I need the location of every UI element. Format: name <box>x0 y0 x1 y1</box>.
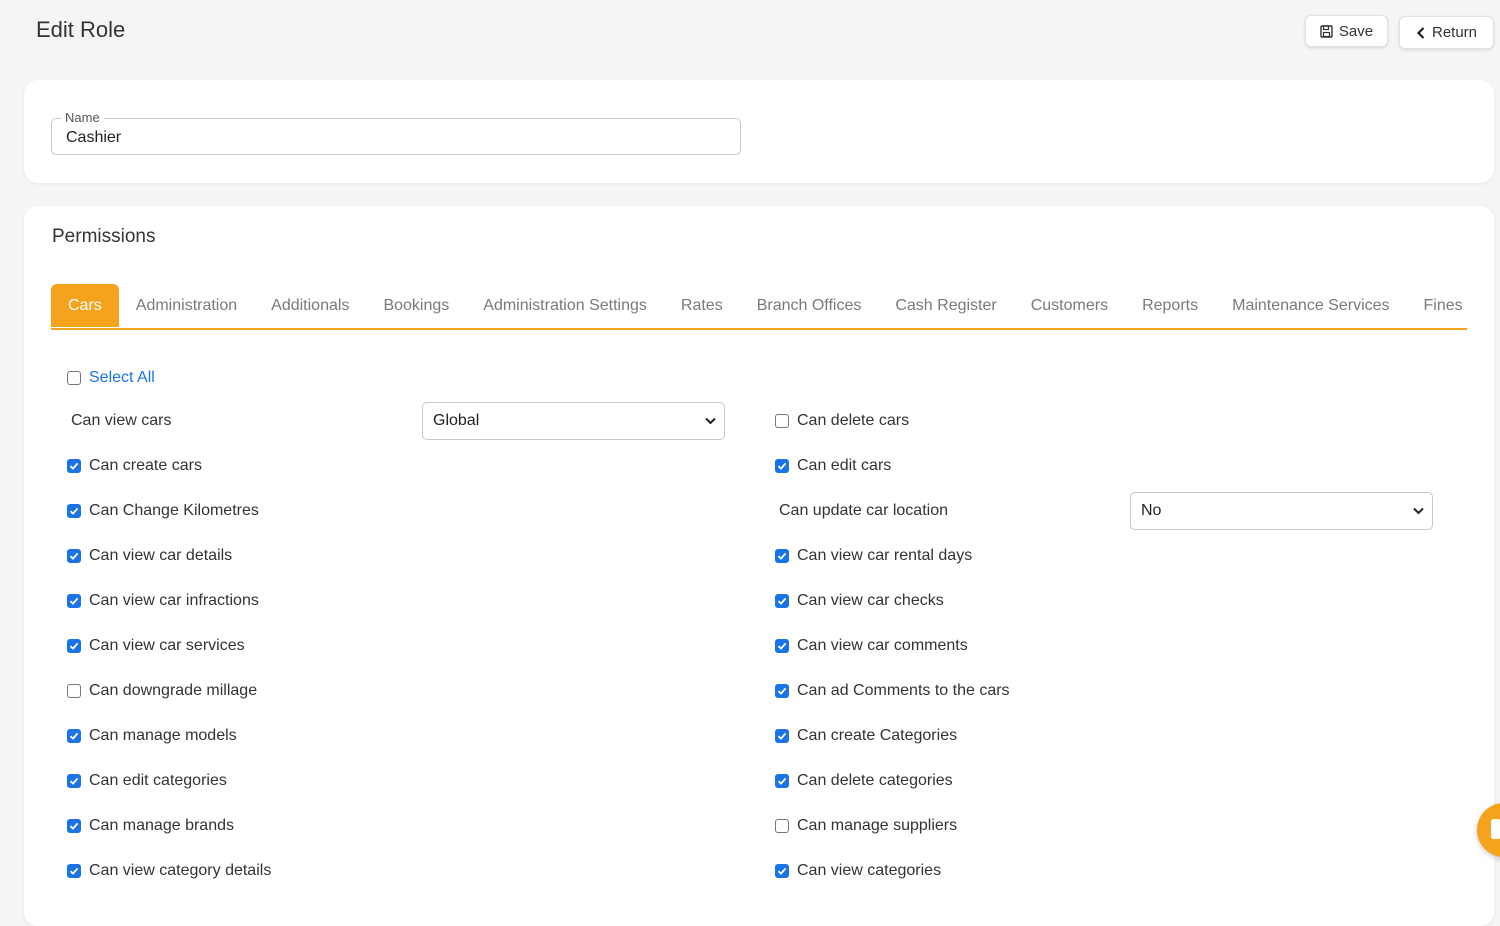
perm-checkbox[interactable] <box>67 864 81 878</box>
save-label: Save <box>1338 22 1374 40</box>
perm-can-change-kilometres[interactable]: Can Change Kilometres <box>67 502 259 520</box>
perm-checkbox[interactable] <box>67 639 81 653</box>
perm-checkbox[interactable] <box>67 729 81 743</box>
perm-checkbox[interactable] <box>67 549 81 563</box>
perm-label: Can create Categories <box>797 727 958 744</box>
perm-can-create-cars[interactable]: Can create cars <box>67 457 202 475</box>
permissions-card: Permissions Cars Administration Additional… <box>24 206 1494 926</box>
name-field[interactable]: Name Cashier <box>51 110 741 155</box>
tab-administration-settings[interactable]: Administration Settings <box>466 284 664 327</box>
perm-label: Can view categories <box>797 862 942 879</box>
tab-bookings[interactable]: Bookings <box>366 284 466 327</box>
perm-can-view-car-rental-days[interactable]: Can view car rental days <box>775 547 972 565</box>
chat-bubble-icon <box>1491 819 1500 839</box>
perm-checkbox[interactable] <box>67 774 81 788</box>
perm-label: Can manage suppliers <box>797 817 958 834</box>
perm-can-manage-suppliers[interactable]: Can manage suppliers <box>775 817 957 835</box>
perm-can-edit-cars[interactable]: Can edit cars <box>775 457 891 475</box>
perm-label: Can view car services <box>89 637 245 654</box>
return-label: Return <box>1431 24 1478 41</box>
perm-checkbox[interactable] <box>775 594 789 608</box>
perm-label-can-view-cars: Can view cars <box>71 412 172 429</box>
tab-branch-offices[interactable]: Branch Offices <box>740 284 879 327</box>
perm-label: Can manage models <box>89 727 237 744</box>
perm-can-delete-cars[interactable]: Can delete cars <box>775 412 909 430</box>
perm-select-can-update-car-location[interactable]: No <box>1130 492 1433 530</box>
perm-label: Can delete categories <box>797 772 953 789</box>
tab-additionals[interactable]: Additionals <box>254 284 366 327</box>
perm-can-manage-brands[interactable]: Can manage brands <box>67 817 234 835</box>
name-field-value[interactable]: Cashier <box>66 129 121 147</box>
tab-maintenance-services[interactable]: Maintenance Services <box>1215 284 1406 327</box>
return-button[interactable]: Return <box>1399 16 1494 49</box>
perm-label: Can edit cars <box>797 457 892 474</box>
perm-checkbox[interactable] <box>67 594 81 608</box>
save-button[interactable]: Save <box>1305 15 1388 47</box>
tab-fines[interactable]: Fines <box>1407 284 1480 327</box>
perm-checkbox[interactable] <box>775 639 789 653</box>
perm-label: Can delete cars <box>797 412 910 429</box>
perm-checkbox[interactable] <box>775 459 789 473</box>
tab-cash-register[interactable]: Cash Register <box>878 284 1013 327</box>
select-all[interactable]: Select All <box>67 369 155 387</box>
perm-checkbox[interactable] <box>775 414 789 428</box>
permission-tabs: Cars Administration Additionals Bookings Adm… <box>51 283 1467 330</box>
perm-can-view-categories[interactable]: Can view categories <box>775 862 941 880</box>
perm-checkbox[interactable] <box>775 819 789 833</box>
perm-can-view-car-checks[interactable]: Can view car checks <box>775 592 944 610</box>
select-value: No <box>1141 502 1162 519</box>
select-value: Global <box>433 412 480 429</box>
perm-label: Can view car rental days <box>797 547 973 564</box>
tab-rates[interactable]: Rates <box>664 284 740 327</box>
perm-label: Can view car infractions <box>89 592 259 609</box>
perm-checkbox[interactable] <box>775 864 789 878</box>
perm-checkbox[interactable] <box>67 459 81 473</box>
perm-can-view-car-details[interactable]: Can view car details <box>67 547 232 565</box>
perm-label: Can view car comments <box>797 637 968 654</box>
perm-can-ad-comments-to-the-cars[interactable]: Can ad Comments to the cars <box>775 682 1010 700</box>
perm-checkbox[interactable] <box>67 684 81 698</box>
chevron-left-icon <box>1416 26 1426 39</box>
perm-label: Can downgrade millage <box>89 682 258 699</box>
perm-checkbox[interactable] <box>67 819 81 833</box>
perm-can-edit-categories[interactable]: Can edit categories <box>67 772 227 790</box>
perm-label: Can create cars <box>89 457 202 474</box>
perm-can-create-categories[interactable]: Can create Categories <box>775 727 957 745</box>
select-all-label[interactable]: Select All <box>89 369 155 387</box>
perm-can-manage-models[interactable]: Can manage models <box>67 727 237 745</box>
perm-can-downgrade-millage[interactable]: Can downgrade millage <box>67 682 257 700</box>
perm-label: Can ad Comments to the cars <box>797 682 1010 699</box>
perm-select-can-view-cars[interactable]: Global <box>422 402 725 440</box>
perm-can-view-car-services[interactable]: Can view car services <box>67 637 245 655</box>
perm-checkbox[interactable] <box>775 774 789 788</box>
page-title: Edit Role <box>36 17 126 42</box>
tab-customers[interactable]: Customers <box>1014 284 1125 327</box>
perm-label: Can view car checks <box>797 592 944 609</box>
perm-checkbox[interactable] <box>67 504 81 518</box>
perm-checkbox[interactable] <box>775 729 789 743</box>
perm-checkbox[interactable] <box>775 549 789 563</box>
name-field-label: Name <box>61 110 104 125</box>
perm-label-can-update-car-location: Can update car location <box>779 502 948 519</box>
perm-can-delete-categories[interactable]: Can delete categories <box>775 772 953 790</box>
tab-cars[interactable]: Cars <box>51 284 119 327</box>
chevron-down-icon <box>705 417 716 425</box>
permissions-title: Permissions <box>52 226 156 247</box>
perm-label: Can view category details <box>89 862 272 879</box>
floppy-disk-icon <box>1320 24 1333 38</box>
tab-reports[interactable]: Reports <box>1125 284 1215 327</box>
tab-administration[interactable]: Administration <box>119 284 254 327</box>
chevron-down-icon <box>1413 507 1424 515</box>
select-all-checkbox[interactable] <box>67 371 81 385</box>
perm-label: Can manage brands <box>89 817 234 834</box>
perm-can-view-car-comments[interactable]: Can view car comments <box>775 637 968 655</box>
perm-label: Can Change Kilometres <box>89 502 259 519</box>
perm-checkbox[interactable] <box>775 684 789 698</box>
perm-can-view-car-infractions[interactable]: Can view car infractions <box>67 592 259 610</box>
perm-label: Can edit categories <box>89 772 227 789</box>
perm-can-view-category-details[interactable]: Can view category details <box>67 862 271 880</box>
name-card: Name Cashier <box>24 80 1494 183</box>
perm-label: Can view car details <box>89 547 233 564</box>
